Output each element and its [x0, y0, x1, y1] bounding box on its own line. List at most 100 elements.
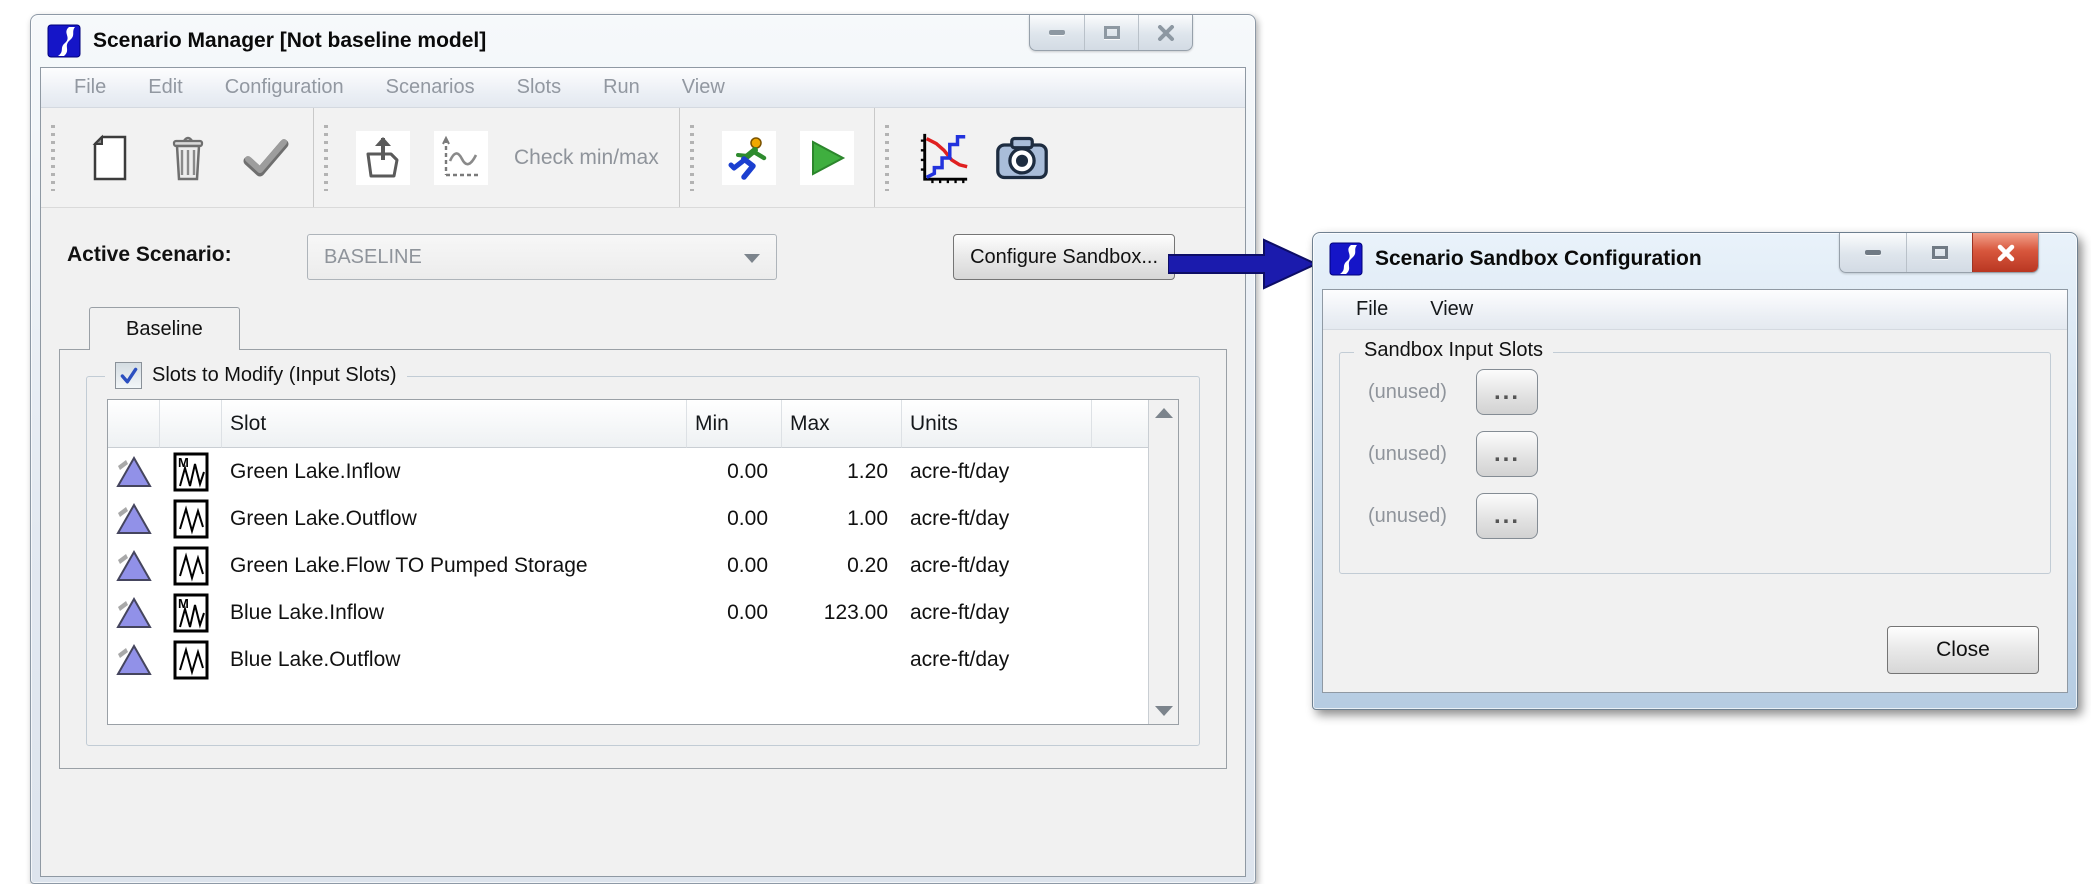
- mini-plot-icon: [438, 135, 484, 181]
- minimize-button[interactable]: [1030, 15, 1084, 50]
- scenario-triangle-icon: [116, 596, 152, 630]
- scenario-triangle-icon: [116, 455, 152, 489]
- plot-results-icon: [917, 130, 971, 186]
- slots-to-modify-checkbox[interactable]: [115, 362, 142, 389]
- menu-bar: File View: [1323, 290, 2067, 330]
- menu-file[interactable]: File: [1335, 298, 1409, 321]
- header-min[interactable]: Min: [687, 400, 782, 448]
- maximize-button[interactable]: [1084, 15, 1138, 50]
- snapshot-button[interactable]: [995, 131, 1049, 185]
- scenario-tabs: Baseline Slots to Modify (Input Slots): [59, 306, 1227, 769]
- scroll-up-icon[interactable]: [1155, 408, 1173, 418]
- scroll-down-icon[interactable]: [1155, 706, 1173, 716]
- play-icon: [807, 138, 847, 178]
- maximize-button[interactable]: [1906, 233, 1972, 272]
- scenario-triangle-icon: [116, 549, 152, 583]
- menu-slots[interactable]: Slots: [496, 76, 582, 99]
- table-row[interactable]: M Blue Lake.Inflow 0.00 123.00 acre-ft/d…: [108, 589, 1148, 636]
- configure-sandbox-button[interactable]: Configure Sandbox...: [953, 234, 1175, 280]
- titlebar[interactable]: Scenario Sandbox Configuration: [1313, 233, 2077, 285]
- header-units[interactable]: Units: [902, 400, 1092, 448]
- slot-min: 0.00: [687, 448, 782, 495]
- toolbar-drag-handle[interactable]: [324, 125, 328, 191]
- series-slot-icon: [173, 546, 209, 586]
- start-run-button[interactable]: [800, 131, 854, 185]
- row-spacer: [1092, 542, 1148, 589]
- check-minmax-label: Check min/max: [514, 146, 659, 170]
- baseline-tab-panel: Slots to Modify (Input Slots) Slot Min M…: [59, 349, 1227, 769]
- titlebar[interactable]: Scenario Manager [Not baseline model]: [31, 15, 1255, 67]
- slot-name: Blue Lake.Outflow: [222, 636, 687, 683]
- maximize-icon: [1104, 26, 1120, 39]
- slots-table: Slot Min Max Units M Green Lake.Inflow 0…: [107, 399, 1179, 725]
- new-scenario-button[interactable]: [83, 131, 137, 185]
- trash-icon: [168, 134, 208, 182]
- multi-series-slot-icon: M: [173, 452, 209, 492]
- table-row[interactable]: Green Lake.Flow TO Pumped Storage 0.00 0…: [108, 542, 1148, 589]
- menu-scenarios[interactable]: Scenarios: [365, 76, 496, 99]
- sandbox-configuration-window: Scenario Sandbox Configuration File View…: [1312, 232, 2078, 710]
- row-spacer: [1092, 495, 1148, 542]
- active-scenario-label: Active Scenario:: [67, 243, 232, 267]
- table-row[interactable]: Green Lake.Outflow 0.00 1.00 acre-ft/day: [108, 495, 1148, 542]
- scenario-manager-client: File Edit Configuration Scenarios Slots …: [40, 67, 1246, 877]
- close-button[interactable]: [1138, 15, 1192, 50]
- check-icon: [119, 366, 139, 386]
- header-max[interactable]: Max: [782, 400, 902, 448]
- tab-baseline[interactable]: Baseline: [89, 307, 240, 350]
- active-scenario-combobox[interactable]: BASELINE: [307, 234, 777, 280]
- window-controls: [1029, 15, 1193, 51]
- new-document-icon: [89, 134, 131, 182]
- minimize-button[interactable]: [1840, 233, 1906, 272]
- slot-name: Green Lake.Flow TO Pumped Storage: [222, 542, 687, 589]
- active-scenario-row: Active Scenario: BASELINE Configure Sand…: [41, 234, 1245, 282]
- svg-text:M: M: [178, 596, 189, 611]
- sandbox-slot-label: (unused): [1368, 381, 1460, 404]
- menu-bar: File Edit Configuration Scenarios Slots …: [41, 68, 1245, 108]
- menu-run[interactable]: Run: [582, 76, 661, 99]
- menu-edit[interactable]: Edit: [127, 76, 203, 99]
- series-slot-icon: [173, 499, 209, 539]
- menu-configuration[interactable]: Configuration: [204, 76, 365, 99]
- slot-name: Green Lake.Inflow: [222, 448, 687, 495]
- delete-scenario-button[interactable]: [161, 131, 215, 185]
- window-title: Scenario Manager [Not baseline model]: [93, 29, 486, 53]
- menu-file[interactable]: File: [53, 76, 127, 99]
- checkmark-icon: [243, 139, 289, 177]
- set-input-icon: [361, 134, 405, 182]
- slots-table-header: Slot Min Max Units: [108, 400, 1148, 448]
- table-row[interactable]: M Green Lake.Inflow 0.00 1.20 acre-ft/da…: [108, 448, 1148, 495]
- menu-view[interactable]: View: [661, 76, 746, 99]
- plot-results-button[interactable]: [917, 131, 971, 185]
- plot-slot-button[interactable]: [434, 131, 488, 185]
- scenario-manager-window: Scenario Manager [Not baseline model] Fi…: [30, 14, 1256, 884]
- toolbar-drag-handle[interactable]: [885, 125, 889, 191]
- close-dialog-button[interactable]: Close: [1887, 626, 2039, 674]
- chevron-down-icon: [744, 254, 760, 263]
- runner-icon: [726, 135, 772, 181]
- slot-min: [687, 636, 782, 683]
- header-slot[interactable]: Slot: [222, 400, 687, 448]
- window-title: Scenario Sandbox Configuration: [1375, 247, 1702, 271]
- set-input-button[interactable]: [356, 131, 410, 185]
- toolbar-group-scenario: [41, 108, 314, 207]
- close-button[interactable]: [1972, 233, 2038, 272]
- table-row[interactable]: Blue Lake.Outflow acre-ft/day: [108, 636, 1148, 683]
- riverware-logo-icon: [1329, 242, 1363, 276]
- select-slot-button[interactable]: ...: [1476, 431, 1538, 477]
- toolbar-drag-handle[interactable]: [51, 125, 55, 191]
- table-scrollbar[interactable]: [1148, 400, 1178, 724]
- toolbar-drag-handle[interactable]: [690, 125, 694, 191]
- select-slot-button[interactable]: ...: [1476, 493, 1538, 539]
- row-spacer: [1092, 448, 1148, 495]
- series-slot-icon: [173, 640, 209, 680]
- slot-name: Green Lake.Outflow: [222, 495, 687, 542]
- menu-view[interactable]: View: [1409, 298, 1494, 321]
- sandbox-slot-label: (unused): [1368, 505, 1460, 528]
- run-scenario-button[interactable]: [722, 131, 776, 185]
- window-controls: [1839, 233, 2039, 273]
- flow-arrow: [1168, 236, 1320, 292]
- apply-check-button[interactable]: [239, 131, 293, 185]
- select-slot-button[interactable]: ...: [1476, 369, 1538, 415]
- slot-units: acre-ft/day: [902, 589, 1092, 636]
